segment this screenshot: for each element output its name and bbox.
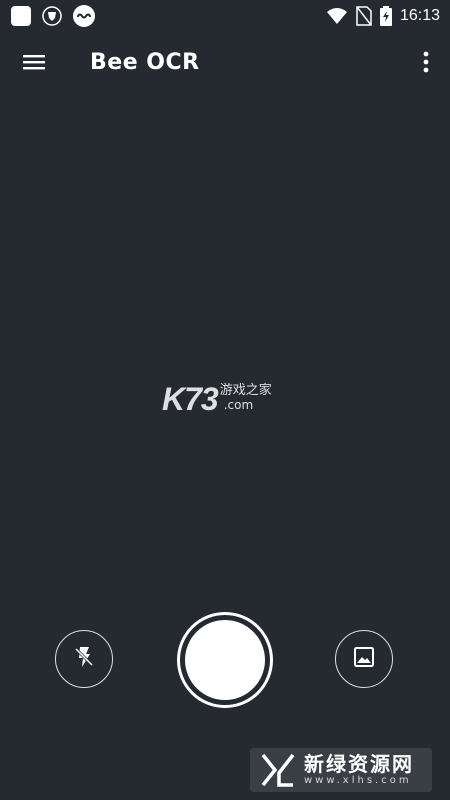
- app-square-icon: [10, 5, 32, 27]
- watermark-text: 游戏之家 .com: [220, 383, 272, 412]
- watermark-cn: 游戏之家: [219, 383, 272, 398]
- status-bar: 16:13: [0, 0, 450, 32]
- status-right: 16:13: [326, 6, 440, 26]
- xl-logo-icon: [258, 750, 298, 790]
- corner-watermark: 新绿资源网 www.xlhs.com: [250, 748, 432, 792]
- status-left: [10, 4, 96, 28]
- shutter-icon: [185, 620, 265, 700]
- more-options-button[interactable]: [414, 46, 438, 82]
- corner-url: www.xlhs.com: [304, 775, 412, 786]
- hamburger-menu-icon: [22, 52, 46, 76]
- k73-watermark: K73 游戏之家 .com: [162, 383, 272, 415]
- app-bar: Bee OCR: [0, 32, 450, 96]
- shield-icon: [42, 6, 62, 26]
- more-vertical-icon: [423, 51, 429, 77]
- cloud-link-icon: [72, 4, 96, 28]
- gallery-icon: [353, 646, 375, 672]
- flash-toggle-button[interactable]: [55, 630, 113, 688]
- status-time: 16:13: [399, 7, 440, 24]
- watermark-domain: .com: [223, 398, 254, 412]
- shutter-button[interactable]: [177, 612, 273, 708]
- wifi-icon: [326, 7, 348, 25]
- menu-button[interactable]: [16, 46, 52, 82]
- flash-off-icon: [72, 645, 96, 673]
- corner-text: 新绿资源网 www.xlhs.com: [304, 753, 414, 787]
- corner-cn: 新绿资源网: [304, 752, 414, 776]
- gallery-button[interactable]: [335, 630, 393, 688]
- watermark-logo: K73: [162, 381, 219, 417]
- app-title: Bee OCR: [90, 50, 200, 75]
- no-sim-icon: [356, 6, 372, 26]
- battery-charging-icon: [379, 6, 392, 26]
